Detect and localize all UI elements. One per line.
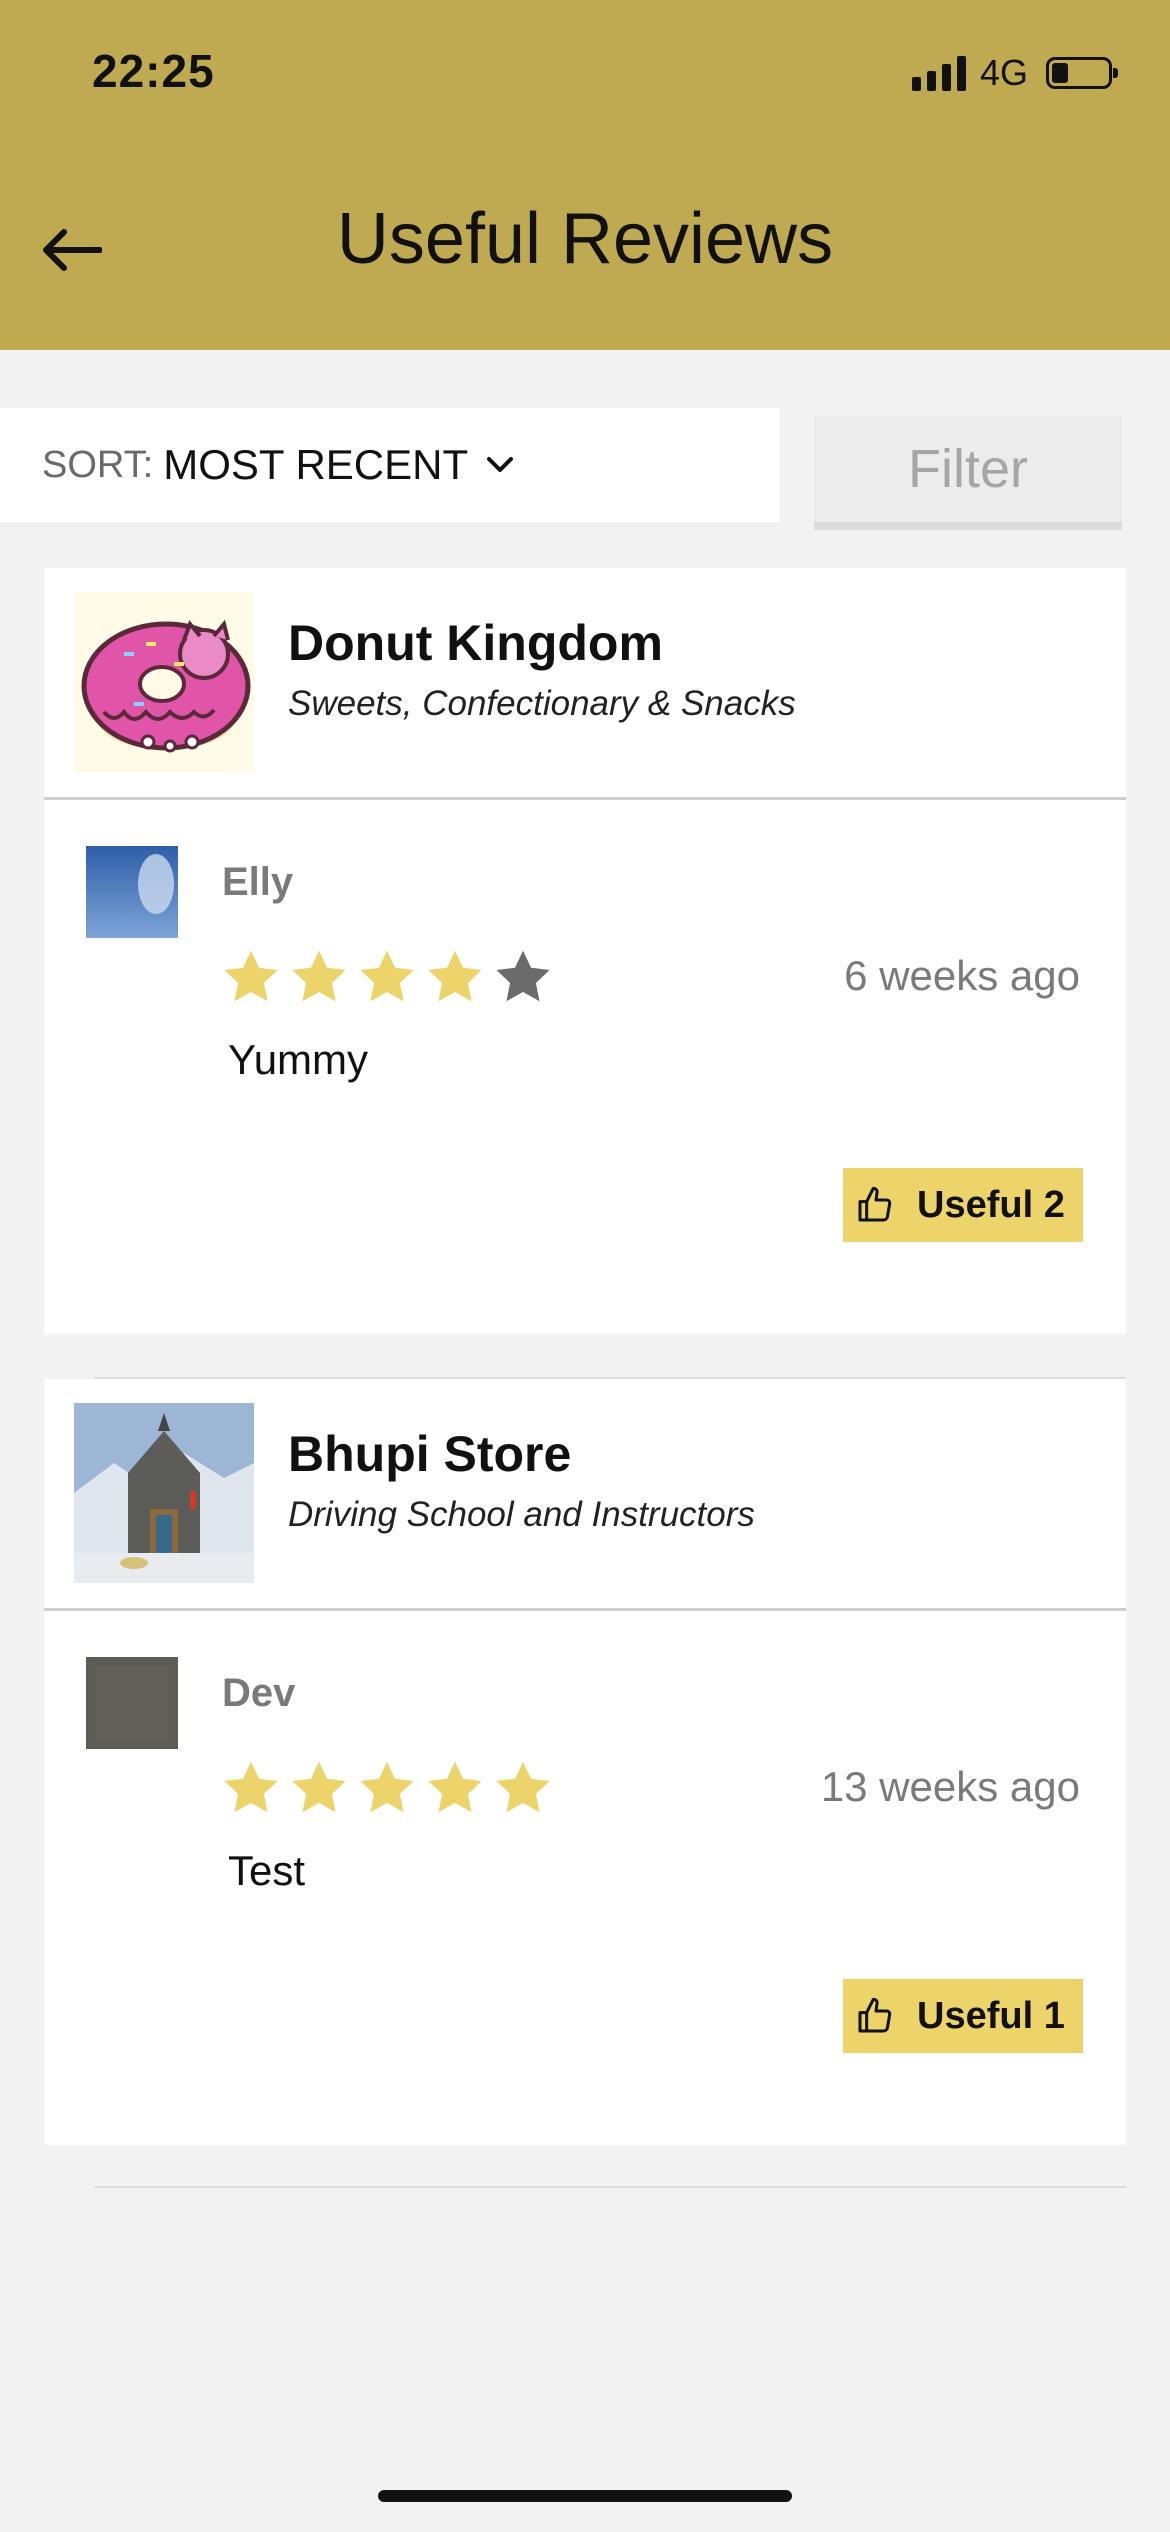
reviewer-name: Dev: [222, 1671, 296, 1715]
list-end-divider: [94, 2186, 1126, 2188]
review-time: 6 weeks ago: [844, 952, 1080, 999]
avatar: [86, 846, 178, 938]
business-header[interactable]: Donut Kingdom Sweets, Confectionary & Sn…: [44, 568, 1126, 800]
filter-button[interactable]: Filter: [814, 416, 1122, 530]
review-card: Donut Kingdom Sweets, Confectionary & Sn…: [44, 568, 1126, 1334]
useful-button[interactable]: Useful 1: [843, 1979, 1083, 2053]
signal-icon: [911, 55, 966, 91]
star-rating: [220, 1757, 554, 1819]
business-name: Donut Kingdom: [288, 615, 663, 671]
business-name: Bhupi Store: [288, 1426, 572, 1482]
business-thumbnail-donut: [74, 592, 254, 772]
star-filled-icon: [224, 950, 278, 1002]
home-indicator[interactable]: [378, 2490, 792, 2502]
sort-dropdown[interactable]: SORT: MOST RECENT: [0, 408, 780, 522]
useful-button[interactable]: Useful 2: [843, 1168, 1083, 1242]
avatar: [86, 1657, 178, 1749]
sort-value: MOST RECENT: [163, 441, 469, 488]
page-title: Useful Reviews: [336, 199, 834, 279]
review-card: Bhupi Store Driving School and Instructo…: [44, 1377, 1126, 2145]
star-filled-icon: [428, 1761, 482, 1813]
review-text: Test: [228, 1847, 306, 1894]
star-filled-icon: [496, 1761, 550, 1813]
star-filled-icon: [360, 1761, 414, 1813]
star-rating: [220, 946, 554, 1008]
reviewer-name: Elly: [222, 860, 294, 904]
sort-label: SORT:: [42, 443, 154, 486]
business-header[interactable]: Bhupi Store Driving School and Instructo…: [44, 1379, 1126, 1611]
star-empty-icon: [496, 950, 550, 1002]
business-category: Sweets, Confectionary & Snacks: [288, 684, 796, 723]
thumbs-up-icon: [858, 1997, 892, 2033]
star-filled-icon: [224, 1761, 278, 1813]
review-text: Yummy: [228, 1036, 369, 1083]
useful-label: Useful 1: [917, 1994, 1065, 2037]
app-header: 22:25 4G Useful Reviews: [0, 0, 1170, 350]
thumbs-up-icon: [858, 1186, 892, 1222]
star-filled-icon: [292, 950, 346, 1002]
star-filled-icon: [292, 1761, 346, 1813]
status-time: 22:25: [92, 45, 215, 97]
star-filled-icon: [428, 950, 482, 1002]
useful-label: Useful 2: [917, 1183, 1065, 1226]
battery-icon: [1046, 57, 1118, 89]
review-time: 13 weeks ago: [820, 1763, 1080, 1810]
business-category: Driving School and Instructors: [288, 1495, 755, 1534]
network-label: 4G: [979, 52, 1028, 93]
star-filled-icon: [360, 950, 414, 1002]
chevron-down-icon: [487, 457, 514, 472]
business-thumbnail-temple: [74, 1403, 254, 1583]
status-indicators: 4G: [911, 50, 1118, 96]
